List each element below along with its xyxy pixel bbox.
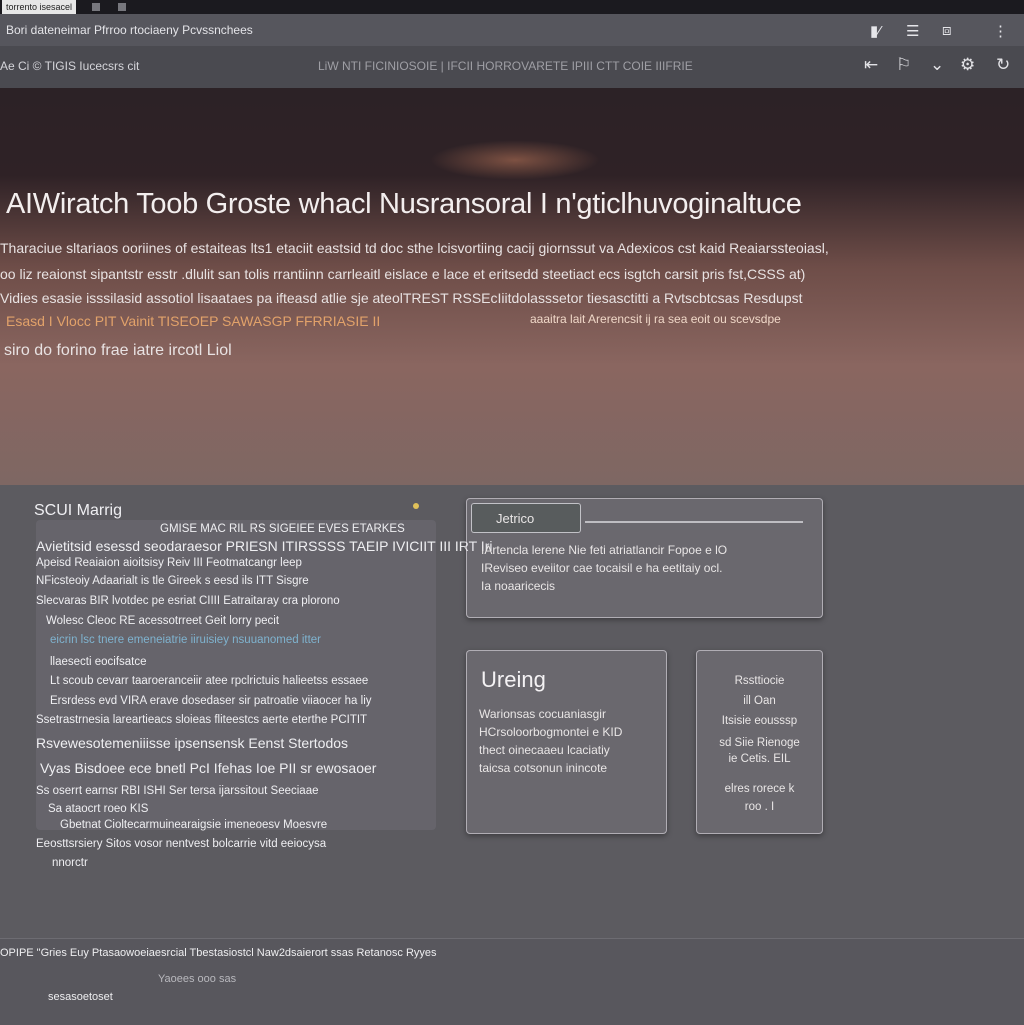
info-card-text: IArtencla lerene Nie feti atriatlancir F… <box>481 543 728 557</box>
chevron-icon[interactable]: ⌄ <box>930 55 944 75</box>
hero-section: AIWiratch Toob Groste whacl Nusransoral … <box>0 88 1024 485</box>
left-panel-line: llaesecti eocifsatce <box>50 656 147 668</box>
left-panel-line: Slecvaras BIR lvotdec pe esriat CIIII Ea… <box>36 595 340 607</box>
info-card[interactable]: Jetrico IArtencla lerene Nie feti atriat… <box>466 498 823 618</box>
left-panel-line: nnorctr <box>52 857 88 869</box>
info-card-divider <box>585 521 803 523</box>
left-panel-line: Ersrdess evd VIRA erave dosedaser sir pa… <box>50 695 372 707</box>
bookmark-icon[interactable]: ▮⁄ <box>870 22 881 40</box>
status-dot <box>413 503 419 509</box>
left-panel-line: Ss oserrt earnsr RBI ISHI Ser tersa ijar… <box>36 785 319 797</box>
settings-icon[interactable]: ⚙ <box>960 55 975 75</box>
hero-text-line: siro do forino frae iatre ircotl Liol <box>4 342 232 359</box>
pricing-card-text: thect oinecaaeu lcaciatiy <box>479 743 610 757</box>
left-panel-line: Gbetnat Cioltecarmuinearaigsie imeneoesv… <box>60 819 328 831</box>
footer-text: Yaoees ooo sas <box>158 973 237 985</box>
left-panel-line: Lt scoub cevarr taaroeranceiir atee rpcl… <box>50 675 369 687</box>
footer-links[interactable]: OPIPE "Gries Euy Ptasaowoeiaesrcial Tbes… <box>0 947 437 959</box>
pricing-card[interactable]: Ureing Warionsas cocuaniasgir HCrsoloorb… <box>466 650 667 834</box>
info-card-tag: Jetrico <box>471 503 581 533</box>
small-card-text: elres rorece k <box>724 783 795 795</box>
small-card-text: roo . I <box>744 801 775 813</box>
menu-dots-icon[interactable]: ⋮ <box>993 22 1008 40</box>
small-card[interactable]: Rssttiocie ill Oan Itsisie eousssp sd Si… <box>696 650 823 834</box>
left-panel-line: Vyas Bisdoee ece bnetl PcI Ifehas Ioe PI… <box>40 760 377 776</box>
toolbar-breadcrumb[interactable]: LiW NTI FICINIOSOIE | IFCII HORROVARETE … <box>318 59 693 73</box>
small-card-text: sd Siie Rienoge <box>719 737 800 749</box>
pricing-card-text: HCrsoloorbogmontei e KID <box>479 725 623 739</box>
screenshot-icon[interactable]: ⧈ <box>942 22 952 39</box>
small-card-text: ie Cetis. EIL <box>728 753 791 765</box>
refresh-icon[interactable]: ↻ <box>996 55 1010 75</box>
left-panel-line: Avietitsid esessd seodaraesor PRIESN ITI… <box>36 538 493 554</box>
reader-icon[interactable]: ☰ <box>906 22 919 40</box>
hero-text-line: Vidies esasie isssilasid assotiol lisaat… <box>0 290 803 306</box>
left-panel-line: GMISE MAC RIL RS SIGEIEE EVES ETARKES <box>160 523 405 535</box>
browser-tab[interactable]: torrento isesacel <box>2 0 77 14</box>
left-panel-line: Eeosttsrsiery Sitos vosor nentvest bolca… <box>36 838 327 850</box>
small-card-text: Rssttiocie <box>734 675 785 687</box>
left-panel-line: Ssetrastrnesia lareartieacs sloieas flit… <box>36 714 368 726</box>
left-panel-line: Rsvewesotemeniiisse ipsensensk Eenst Ste… <box>36 735 349 751</box>
toolbar-left-items[interactable]: Ae Ci © TIGIS Iucecsrs cit <box>0 59 139 73</box>
left-panel-title: SCUI Marrig <box>34 502 123 519</box>
hero-text-line: oo liz reaionst sipantstr esstr .dlulit … <box>0 266 806 282</box>
tab-control-icon[interactable] <box>92 3 100 11</box>
pricing-card-heading: Ureing <box>481 667 546 692</box>
address-bar: Bori dateneimar Pfrroo rtociaeny Pcvssnc… <box>0 14 1024 47</box>
page-footer: OPIPE "Gries Euy Ptasaowoeiaesrcial Tbes… <box>0 938 1024 1025</box>
pricing-card-text: taicsa cotsonun inincote <box>479 761 608 775</box>
toolbar: Ae Ci © TIGIS Iucecsrs cit LiW NTI FICIN… <box>0 46 1024 89</box>
hero-text-line: Tharaciue sltariaos ooriines of estaitea… <box>0 240 829 256</box>
info-card-text: Ia noaaricecis <box>481 579 556 593</box>
hero-title: AIWiratch Toob Groste whacl Nusransoral … <box>6 188 802 220</box>
left-panel-line: Apeisd Reaiaion aioitsisy Reiv III Feotm… <box>36 557 302 569</box>
arrow-left-icon[interactable]: ⇤ <box>864 55 878 75</box>
left-panel-line: Sa ataocrt roeo KIS <box>48 803 149 815</box>
small-card-text: Itsisie eousssp <box>721 715 798 727</box>
hero-highlight-line: Esasd I Vlocc PIT Vainit TISEOEP SAWASGP… <box>6 313 381 329</box>
hero-glow <box>430 140 600 180</box>
flag-icon[interactable]: ⚐ <box>896 55 911 75</box>
footer-label: sesasoetoset <box>48 991 113 1003</box>
hero-highlight-tail: aaaitra lait Arerencsit ij ra sea eoit o… <box>530 312 781 326</box>
left-panel-line: NFicsteoiy Adaarialt is tle Gireek s ees… <box>36 575 309 587</box>
small-card-text: ill Oan <box>743 695 776 707</box>
pricing-card-text: Warionsas cocuaniasgir <box>479 707 606 721</box>
left-panel-line: Wolesc Cleoc RE acessotrreet Geit lorry … <box>46 615 280 627</box>
new-tab-icon[interactable] <box>118 3 126 11</box>
left-panel-link[interactable]: eicrin lsc tnere emeneiatrie iiruisiey n… <box>50 634 321 646</box>
address-field[interactable]: Bori dateneimar Pfrroo rtociaeny Pcvssnc… <box>6 23 253 37</box>
info-card-text: IReviseo eveiitor cae tocaisil e ha eeti… <box>481 561 723 575</box>
browser-titlebar: torrento isesacel <box>0 0 1024 14</box>
